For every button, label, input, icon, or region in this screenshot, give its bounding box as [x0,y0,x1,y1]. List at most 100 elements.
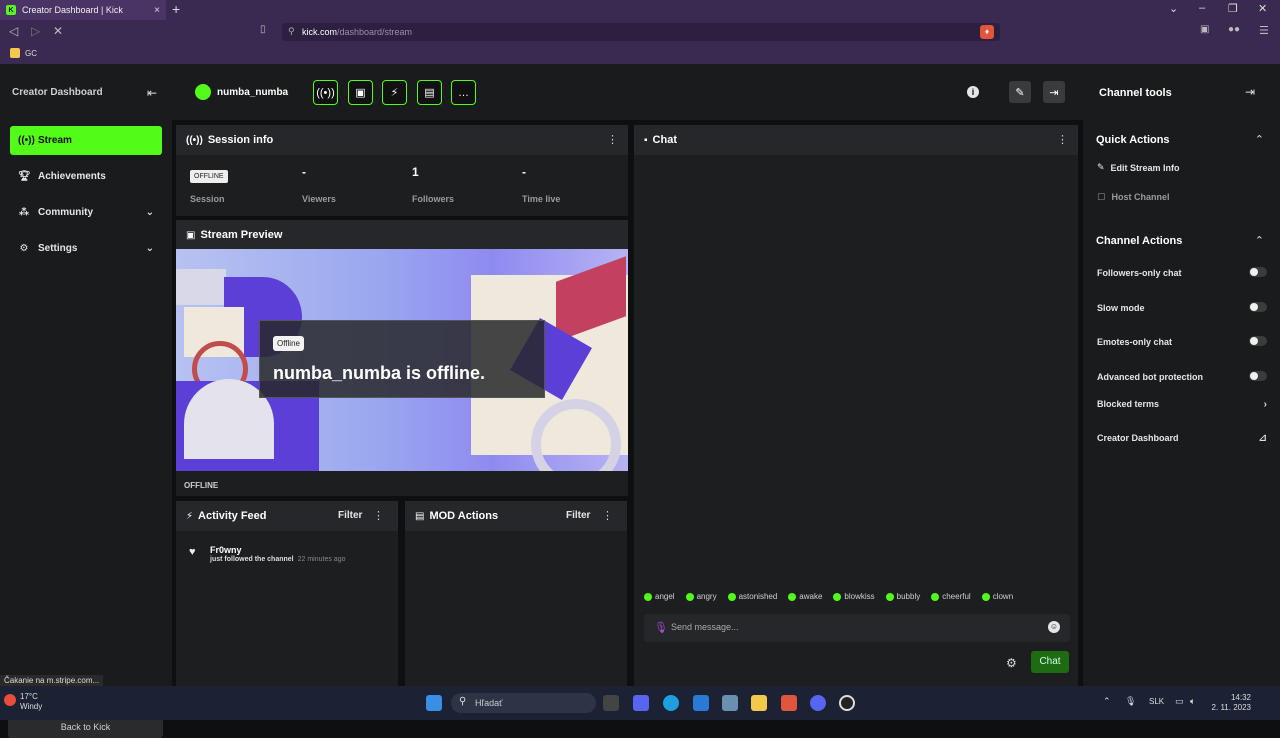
followers-only-toggle[interactable] [1249,267,1267,277]
photos-icon[interactable] [722,695,738,711]
brave-shield-icon[interactable]: ♦ [980,25,994,39]
url-field[interactable]: ⚲ kick.com/dashboard/stream ♦ [282,23,1000,41]
menu-icon[interactable]: ☰ [1259,24,1269,37]
discord-icon[interactable] [810,695,826,711]
bookmark-gc[interactable]: GC [10,48,37,58]
weather-widget[interactable]: 17°C Windy [4,692,42,712]
chat-tool-button[interactable]: … [451,80,476,105]
emote-icon [788,592,797,601]
steam-icon[interactable] [839,695,855,711]
microphone-icon[interactable]: 🎙︎ [654,621,668,634]
forward-icon[interactable]: ▷ [31,24,40,38]
teams-icon[interactable] [633,695,649,711]
collapse-sidebar-icon[interactable]: ⇤ [147,86,157,100]
activity-text: just followed the channel 22 minutes ago [210,556,346,563]
sidebar-toggle-icon[interactable]: ▣ [1200,24,1209,35]
stream-tool-button[interactable]: ((•)) [313,80,338,105]
mod-filter-button[interactable]: Filter [566,510,590,521]
url-path: /dashboard/stream [337,27,413,37]
bookmarks-bar: GC [0,44,1280,64]
site-info-icon[interactable]: ⚲ [288,26,295,37]
close-tab-icon[interactable]: × [154,5,160,16]
language-indicator[interactable]: SLK [1149,697,1164,706]
emote-awake[interactable]: awake [788,592,822,601]
emote-angel[interactable]: angel [644,592,675,601]
stat-viewers: - Viewers [302,165,412,211]
sidebar-item-community[interactable]: ⁂ Community ⌄ [10,198,162,227]
maximize-icon[interactable]: ❐ [1228,2,1238,15]
activity-filter-button[interactable]: Filter [338,510,362,521]
activity-tool-button[interactable]: ⚡ [382,80,407,105]
link-label: Blocked terms [1097,399,1160,409]
sidebar-item-settings[interactable]: ⚙ Settings ⌄ [10,234,162,263]
chevron-up-icon[interactable]: ⌃ [1103,696,1111,707]
pencil-icon: ✎ [1015,86,1025,99]
bookmark-label: GC [25,48,37,58]
bot-protection-toggle[interactable] [1249,371,1267,381]
emotes-only-toggle[interactable] [1249,336,1267,346]
creator-dashboard-link[interactable]: Creator Dashboard ⊿ [1097,433,1267,444]
dashboard-header: Creator Dashboard ⇤ numba_numba ((•)) ▣ … [0,64,1280,120]
avatar[interactable] [195,84,211,100]
file-explorer-icon[interactable] [751,695,767,711]
back-to-kick-button[interactable]: Back to Kick [8,718,163,738]
emote-label: angry [696,592,717,601]
gear-icon: ⚙ [19,243,29,254]
host-channel-button[interactable]: ▢ Host Channel [1097,191,1170,202]
emote-clown[interactable]: clown [981,592,1014,601]
volume-icon[interactable]: 🔈︎ [1190,696,1195,707]
windows-start-icon[interactable] [426,695,442,711]
close-window-icon[interactable]: ✕ [1258,2,1267,15]
edit-stream-info-button[interactable]: ✎ Edit Stream Info [1097,162,1180,173]
tab-title: Creator Dashboard | Kick [22,5,123,15]
stop-icon[interactable]: ✕ [53,24,63,38]
emote-astonished[interactable]: astonished [727,592,777,601]
new-tab-icon[interactable]: + [172,1,180,17]
more-options-icon[interactable]: ⋮ [607,133,618,146]
send-chat-button[interactable]: Chat [1031,651,1069,673]
sidebar-item-stream[interactable]: ((•)) Stream [10,126,162,155]
chevron-up-icon[interactable]: ⌃ [1255,133,1264,146]
chevron-up-icon[interactable]: ⌃ [1255,234,1264,247]
emote-icon [981,592,990,601]
mod-tool-button[interactable]: ▤ [417,80,442,105]
clock[interactable]: 14:32 2. 11. 2023 [1209,693,1251,713]
emote-blowkiss[interactable]: blowkiss [833,592,875,601]
chat-input[interactable]: 🎙︎ Send message... ☺ [644,614,1070,642]
more-options-icon[interactable]: ⋮ [1057,133,1068,146]
exit-button[interactable]: ⇥ [1043,81,1065,103]
chevron-down-icon: ⌄ [145,207,154,218]
browser-tab[interactable]: K Creator Dashboard | Kick × [0,0,166,20]
slow-mode-toggle[interactable] [1249,302,1267,312]
more-options-icon[interactable]: ⋮ [602,509,613,522]
more-options-icon[interactable]: ⋮ [373,509,384,522]
network-icon[interactable]: ▭ [1175,696,1184,707]
minimize-icon[interactable]: – [1199,2,1205,14]
collapse-tools-icon[interactable]: ⇥ [1245,85,1255,99]
taskbar-search[interactable]: ⚲ Hľadať [451,693,596,713]
emote-label: clown [992,592,1014,601]
microphone-tray-icon[interactable]: 🎙︎ [1125,696,1136,707]
sidebar: ((•)) Stream 🏆︎ Achievements ⁂ Community… [0,120,172,738]
bookmark-icon[interactable]: ▯ [260,24,266,35]
wallet-icon[interactable]: ●● [1228,24,1240,35]
chat-settings-icon[interactable]: ⚙ [1006,656,1017,670]
edge-icon[interactable] [663,695,679,711]
emote-cheerful[interactable]: cheerful [931,592,971,601]
follower-name[interactable]: Fr0wny [210,545,242,555]
blocked-terms-link[interactable]: Blocked terms › [1097,399,1267,410]
task-view-icon[interactable] [603,695,619,711]
address-bar-row: ◁ ▷ ✕ ▯ ⚲ kick.com/dashboard/stream ♦ ▣ … [0,20,1280,44]
emote-bubbly[interactable]: bubbly [885,592,920,601]
mail-icon[interactable] [693,695,709,711]
emoji-icon[interactable]: ☺ [1048,621,1060,633]
brave-icon[interactable] [781,695,797,711]
edit-layout-button[interactable]: ✎ [1009,81,1031,103]
sidebar-item-achievements[interactable]: 🏆︎ Achievements [10,162,162,191]
chat-bubble-icon: ▪ [644,134,648,146]
back-icon[interactable]: ◁ [9,24,18,38]
preview-tool-button[interactable]: ▣ [348,80,373,105]
tab-search-icon[interactable]: ⌄ [1169,2,1178,15]
emote-angry[interactable]: angry [685,592,717,601]
info-icon[interactable]: i [967,86,979,98]
